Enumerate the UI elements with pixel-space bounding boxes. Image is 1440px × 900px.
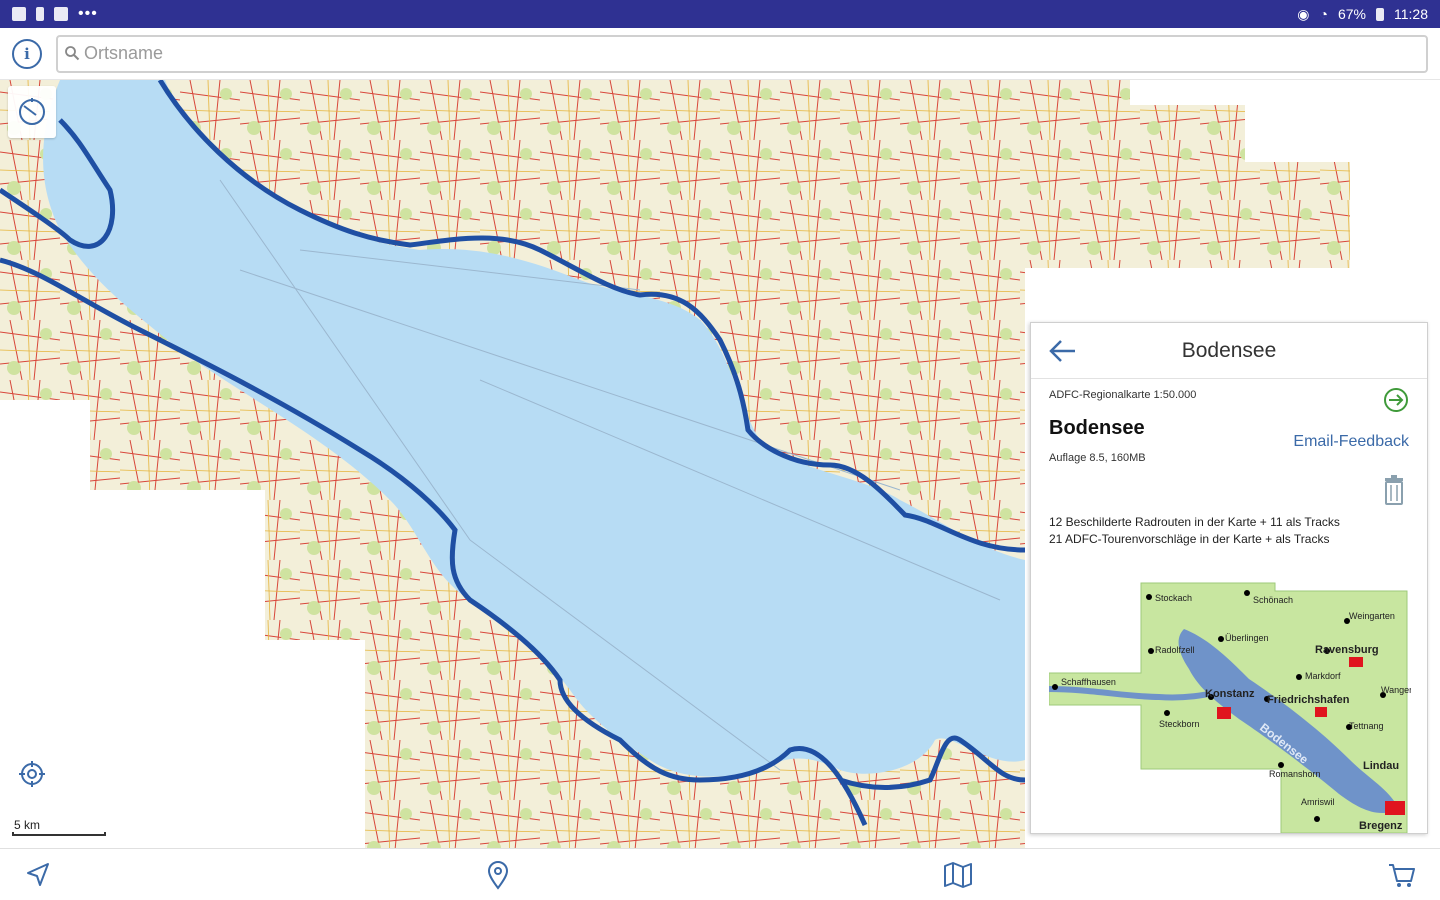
- thumb-label-markdorf: Markdorf: [1305, 671, 1341, 681]
- battery-percent: 67%: [1337, 6, 1366, 22]
- stats-line-1: 12 Beschilderte Radrouten in der Karte +…: [1049, 515, 1340, 529]
- shop-button[interactable]: [1382, 855, 1422, 895]
- thumb-label-amriswil: Amriswil: [1301, 797, 1335, 807]
- search-input[interactable]: [84, 36, 1426, 71]
- compass-icon: [19, 98, 45, 125]
- thumb-label-radolfzell: Radolfzell: [1155, 645, 1195, 655]
- map-coverage-thumbnail: Stockach Schönach Weingarten Überlingen …: [1049, 582, 1411, 833]
- location-icon: ◉: [1297, 5, 1310, 22]
- thumb-label-konstanz: Konstanz: [1205, 688, 1255, 700]
- bottom-navigation: [0, 848, 1440, 900]
- thumb-label-ueberlingen: Überlingen: [1225, 633, 1269, 643]
- map-series: ADFC-Regionalkarte 1:50.000: [1049, 389, 1197, 401]
- clock: 11:28: [1394, 6, 1428, 22]
- scale-label: 5 km: [14, 818, 41, 832]
- screenshot-icon: [54, 7, 68, 21]
- thumb-label-lindau: Lindau: [1363, 760, 1399, 772]
- navigate-button[interactable]: [18, 855, 58, 895]
- thumb-label-weingarten: Weingarten: [1349, 611, 1395, 621]
- locate-button[interactable]: [12, 754, 52, 794]
- scale-bar: 5 km: [8, 810, 106, 838]
- more-notifications: •••: [78, 5, 98, 22]
- thumb-label-romanshorn: Romanshorn: [1269, 769, 1321, 779]
- map-edition: Auflage 8.5, 160MB: [1049, 452, 1146, 464]
- route-stats: 12 Beschilderte Radrouten in der Karte +…: [1049, 514, 1409, 548]
- top-toolbar: i: [0, 28, 1440, 80]
- thumb-label-tettnang: Tettnang: [1349, 721, 1384, 731]
- stats-line-2: 21 ADFC-Tourenvorschläge in der Karte + …: [1049, 532, 1330, 546]
- thumb-label-steckborn: Steckborn: [1159, 719, 1200, 729]
- wifi-icon: ◔: [1319, 6, 1328, 22]
- thumb-label-wangen: Wangen: [1381, 685, 1411, 695]
- thumb-label-ravensburg: Ravensburg: [1315, 644, 1379, 656]
- search-icon: [65, 45, 80, 60]
- thumb-label-friedrichshafen: Friedrichshafen: [1267, 694, 1350, 706]
- map-icon: [944, 861, 972, 888]
- trash-icon[interactable]: [1383, 475, 1405, 505]
- panel-body: ADFC-Regionalkarte 1:50.000 Bodensee Ema…: [1031, 379, 1427, 558]
- thumb-label-stockach: Stockach: [1155, 593, 1192, 603]
- gallery-icon: [12, 7, 26, 21]
- compass-button[interactable]: [8, 86, 56, 138]
- maps-button[interactable]: [938, 855, 978, 895]
- panel-header: Bodensee: [1031, 323, 1427, 379]
- notification-icon: [36, 7, 44, 21]
- email-feedback-link[interactable]: Email-Feedback: [1293, 433, 1409, 451]
- locate-icon: [19, 761, 45, 787]
- thumb-label-schoenach: Schönach: [1253, 595, 1293, 605]
- panel-title: Bodensee: [1181, 338, 1277, 362]
- info-button[interactable]: i: [12, 38, 42, 69]
- arrow-back-icon[interactable]: [1047, 337, 1079, 365]
- map-pin-icon: [487, 860, 509, 890]
- scale-line: [12, 832, 106, 836]
- battery-icon: [1376, 7, 1384, 21]
- info-icon: i: [24, 44, 30, 63]
- pin-button[interactable]: [478, 855, 518, 895]
- thumb-label-schaffhausen: Schaffhausen: [1061, 677, 1116, 687]
- navigation-arrow-icon: [27, 862, 49, 886]
- thumb-label-bregenz: Bregenz: [1359, 820, 1403, 832]
- arrow-right-circle-icon[interactable]: [1383, 387, 1409, 413]
- cart-icon: [1389, 863, 1415, 887]
- search-box[interactable]: [56, 34, 1428, 73]
- status-bar: ••• ◉ ◔ 67% 11:28: [0, 0, 1440, 28]
- map-info-panel: Bodensee ADFC-Regionalkarte 1:50.000 Bod…: [1030, 322, 1428, 834]
